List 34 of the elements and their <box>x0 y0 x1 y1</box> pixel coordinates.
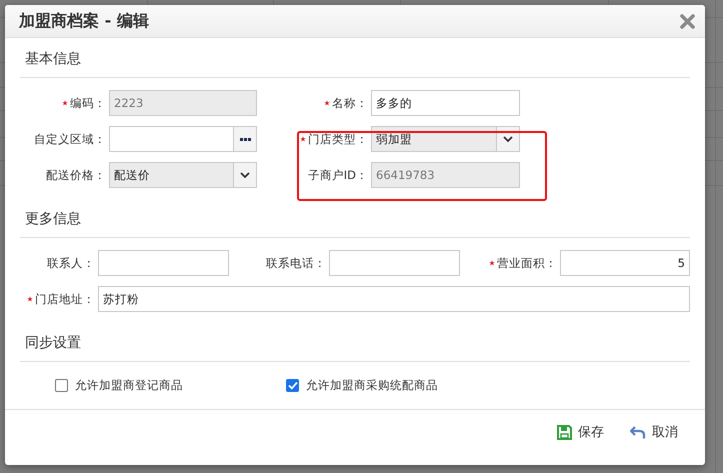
field-label: 名称： <box>332 96 368 110</box>
field-label: 子商户ID： <box>308 168 368 182</box>
checkbox[interactable] <box>286 379 299 392</box>
input-field[interactable]: 苏打粉 <box>98 286 690 312</box>
checkbox-label: 允许加盟商采购统配商品 <box>306 378 438 393</box>
chevron-down-icon <box>503 136 513 142</box>
select-field[interactable]: 配送价 <box>109 162 257 188</box>
section-heading: 基本信息 <box>20 38 690 78</box>
field-label: 配送价格： <box>46 168 106 182</box>
close-icon[interactable] <box>680 14 695 28</box>
chevron-down-icon <box>240 172 250 178</box>
cancel-button[interactable]: 取消 <box>628 421 680 443</box>
field-label: 联系人： <box>47 256 95 270</box>
input-field[interactable]: 5 <box>560 250 690 276</box>
input-field[interactable] <box>98 250 229 276</box>
window-title: 加盟商档案 - 编辑 <box>19 10 149 32</box>
field-label: 编码： <box>70 96 106 110</box>
ellipsis-icon <box>240 138 250 140</box>
field-label: 门店类型： <box>308 132 368 146</box>
field-label: 自定义区域： <box>34 132 106 146</box>
checkbox-label: 允许加盟商登记商品 <box>75 378 183 393</box>
checkbox[interactable] <box>55 379 68 392</box>
field-label: 营业面积： <box>497 256 557 270</box>
field-label: 联系电话： <box>266 256 326 270</box>
save-button[interactable]: 保存 <box>555 421 606 443</box>
input-field[interactable] <box>109 126 234 152</box>
section-heading: 更多信息 <box>20 198 690 238</box>
section-heading: 同步设置 <box>20 322 690 362</box>
field-label: 门店地址： <box>35 292 95 306</box>
input-field[interactable]: 多多的 <box>371 90 520 116</box>
input-field[interactable] <box>329 250 460 276</box>
undo-arrow-icon <box>630 426 646 438</box>
browse-button[interactable] <box>234 126 257 152</box>
select-field[interactable]: 弱加盟 <box>371 126 520 152</box>
